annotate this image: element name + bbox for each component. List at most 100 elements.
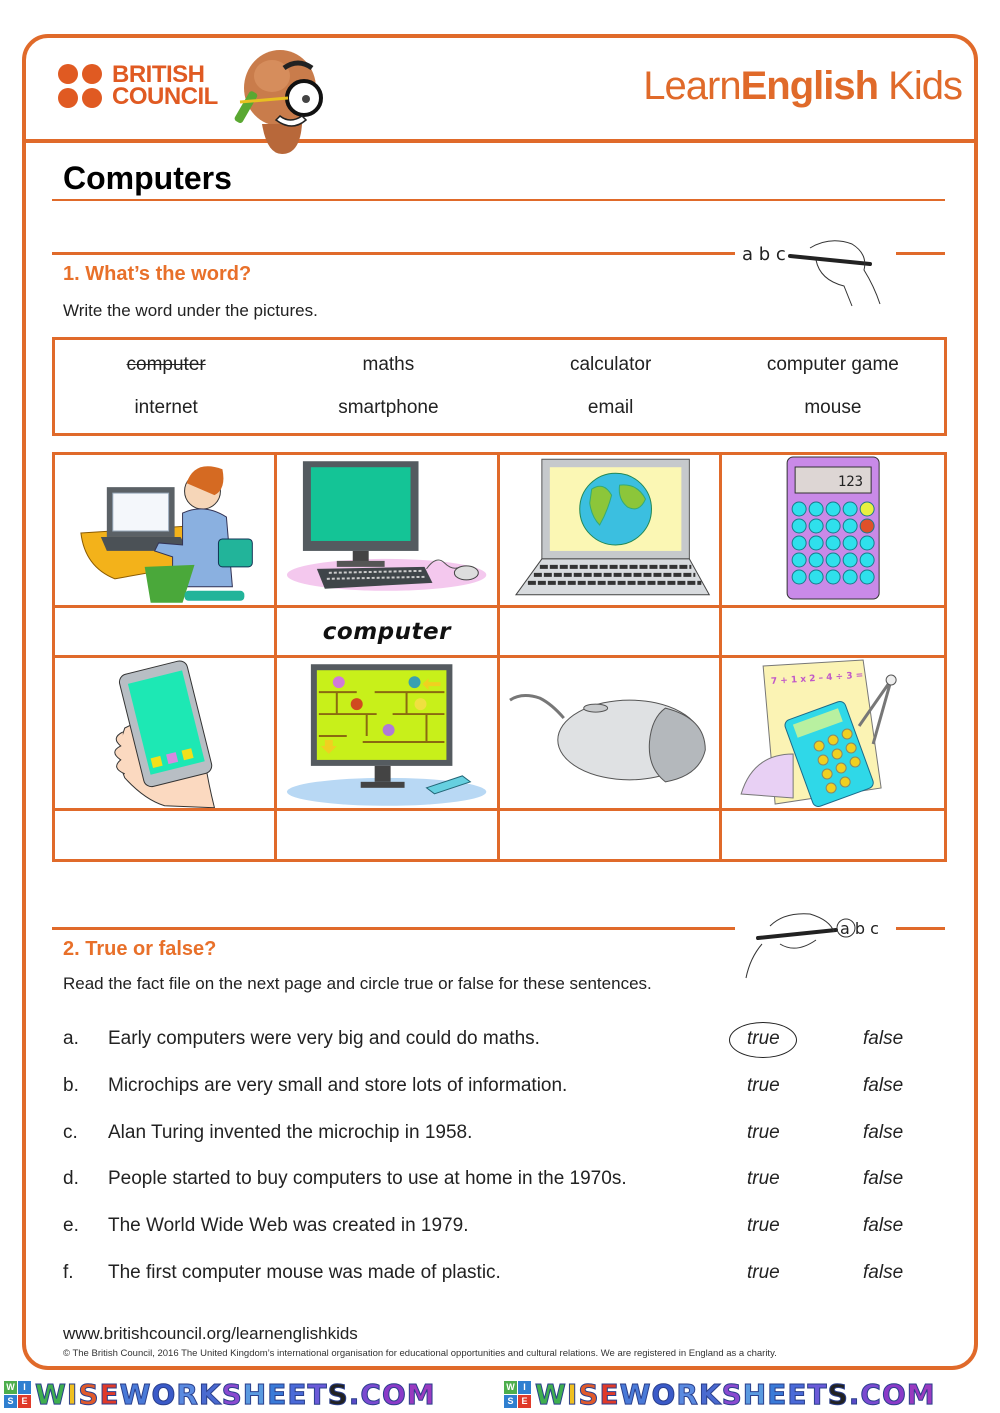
item-letter: f. [63, 1262, 74, 1283]
svg-text:123: 123 [838, 474, 863, 490]
section1-rule-right [896, 252, 945, 255]
word-bank-item: calculator [569, 354, 652, 376]
answer-cell[interactable] [722, 811, 944, 859]
watermark-banner: W I S E WISEWORKSHEETS.COM W I S E WISEW… [0, 1375, 1000, 1413]
item-letter: e. [63, 1215, 79, 1236]
calculator-icon: 123 [786, 456, 880, 600]
picture-cell [55, 658, 278, 811]
word-bank-item: internet [134, 396, 198, 418]
calculator-key [842, 518, 858, 534]
false-option[interactable]: false [863, 1262, 903, 1284]
statement-text: Early computers were very big and could … [108, 1028, 540, 1049]
statement-text: Microchips are very small and store lots… [108, 1075, 568, 1096]
computer-game-monitor-icon [287, 664, 487, 806]
picture-cell [55, 455, 278, 608]
true-option[interactable]: true [747, 1215, 780, 1237]
picture-grid: 123 computer 7 + 1 x 2 – 4 ÷ 3 = [52, 452, 947, 862]
answer-cell[interactable] [277, 811, 500, 859]
answer-cell[interactable] [499, 608, 722, 658]
answer-cell[interactable] [55, 608, 278, 658]
section2-rule-right [896, 927, 945, 930]
section1-instruction: Write the word under the pictures. [63, 301, 318, 320]
word-bank-item: mouse [804, 396, 862, 418]
picture-cell: 123 [721, 455, 944, 608]
true-false-row: c. Alan Turing invented the microchip in… [63, 1122, 943, 1150]
picture-cell [277, 455, 500, 608]
desktop-computer-icon [287, 461, 487, 591]
statement-text: The World Wide Web was created in 1979. [108, 1215, 469, 1236]
item-letter: b. [63, 1075, 79, 1096]
answer-cell[interactable] [55, 811, 278, 859]
word-bank-item: computer game [766, 354, 899, 376]
false-option[interactable]: false [863, 1075, 903, 1097]
calculator-key [808, 535, 824, 551]
watermark-unit: W I S E WISEWORKSHEETS.COM [500, 1377, 1000, 1411]
calculator-key [859, 501, 875, 517]
learnenglish-kids-logo: LearnEnglish Kids [643, 64, 963, 108]
answer-cell[interactable]: computer [277, 608, 500, 658]
watermark-text: WISEWORKSHEETS.COM [535, 1377, 936, 1411]
true-option[interactable]: true [747, 1122, 780, 1144]
wise-badge-icon: W I S E [4, 1380, 31, 1408]
word-bank-item: maths [362, 354, 415, 376]
true-false-row: e. The World Wide Web was created in 197… [63, 1215, 943, 1243]
calculator-key [859, 569, 875, 585]
statement-text: The first computer mouse was made of pla… [108, 1262, 501, 1283]
picture-cell [499, 455, 722, 608]
hand-writing-abc-icon: a b c [742, 240, 881, 307]
hand-circling-letter-icon: a b c [745, 913, 879, 979]
footer-url[interactable]: www.britishcouncil.org/learnenglishkids [63, 1324, 358, 1344]
false-option[interactable]: false [863, 1028, 903, 1050]
word-bank-item: computer [126, 354, 206, 376]
answer-cell[interactable] [721, 608, 944, 658]
picture-cell [277, 658, 500, 811]
false-option[interactable]: false [863, 1168, 903, 1190]
smartphone-in-hand-icon [114, 660, 216, 808]
section2-rule-left [52, 927, 735, 930]
answer-text: computer [322, 618, 451, 645]
header-divider [22, 139, 978, 143]
true-option[interactable]: true [747, 1262, 780, 1284]
calculator-key [791, 569, 807, 585]
item-letter: a. [63, 1028, 79, 1049]
calculator-key [808, 501, 824, 517]
calculator-key [808, 552, 824, 568]
calculator-key [808, 518, 824, 534]
section2-title: 2. True or false? [63, 938, 217, 960]
false-option[interactable]: false [863, 1215, 903, 1237]
true-option[interactable]: true [747, 1168, 780, 1190]
true-false-row: b. Microchips are very small and store l… [63, 1075, 943, 1103]
true-false-row: a. Early computers were very big and cou… [63, 1022, 943, 1058]
svg-text:a b c: a b c [742, 244, 786, 265]
statement-text: People started to buy computers to use a… [108, 1168, 627, 1189]
mascot-icon [234, 50, 323, 154]
calculator-key [859, 552, 875, 568]
true-false-row: d. People started to buy computers to us… [63, 1168, 943, 1196]
word-bank: computer maths calculator computer game … [52, 337, 947, 436]
word-bank-item: smartphone [338, 396, 439, 418]
true-option[interactable]: true [747, 1075, 780, 1097]
answer-cell[interactable] [500, 811, 722, 859]
watermark-text: WISEWORKSHEETS.COM [35, 1377, 436, 1411]
calculator-key [791, 552, 807, 568]
word-bank-item: email [587, 396, 634, 418]
svg-text:a b c: a b c [840, 919, 879, 938]
false-option[interactable]: false [863, 1122, 903, 1144]
footer-copyright: © The British Council, 2016 The United K… [63, 1348, 777, 1359]
picture-cell: 7 + 1 x 2 – 4 ÷ 3 = [721, 658, 944, 811]
true-option[interactable]: true [729, 1022, 797, 1058]
calculator-key [791, 535, 807, 551]
picture-cell [499, 658, 722, 811]
calculator-key [808, 569, 824, 585]
calculator-key [825, 569, 841, 585]
watermark-unit: W I S E WISEWORKSHEETS.COM [0, 1377, 500, 1411]
calculator-key [859, 535, 875, 551]
title-divider [52, 199, 945, 201]
item-letter: d. [63, 1168, 79, 1189]
british-council-logo: BRITISH COUNCIL [58, 63, 218, 109]
person-typing-on-laptop-icon [80, 466, 253, 603]
calculator-key [842, 535, 858, 551]
british-council-dots-icon [58, 64, 102, 108]
true-false-row: f. The first computer mouse was made of … [63, 1262, 943, 1290]
item-letter: c. [63, 1122, 78, 1143]
